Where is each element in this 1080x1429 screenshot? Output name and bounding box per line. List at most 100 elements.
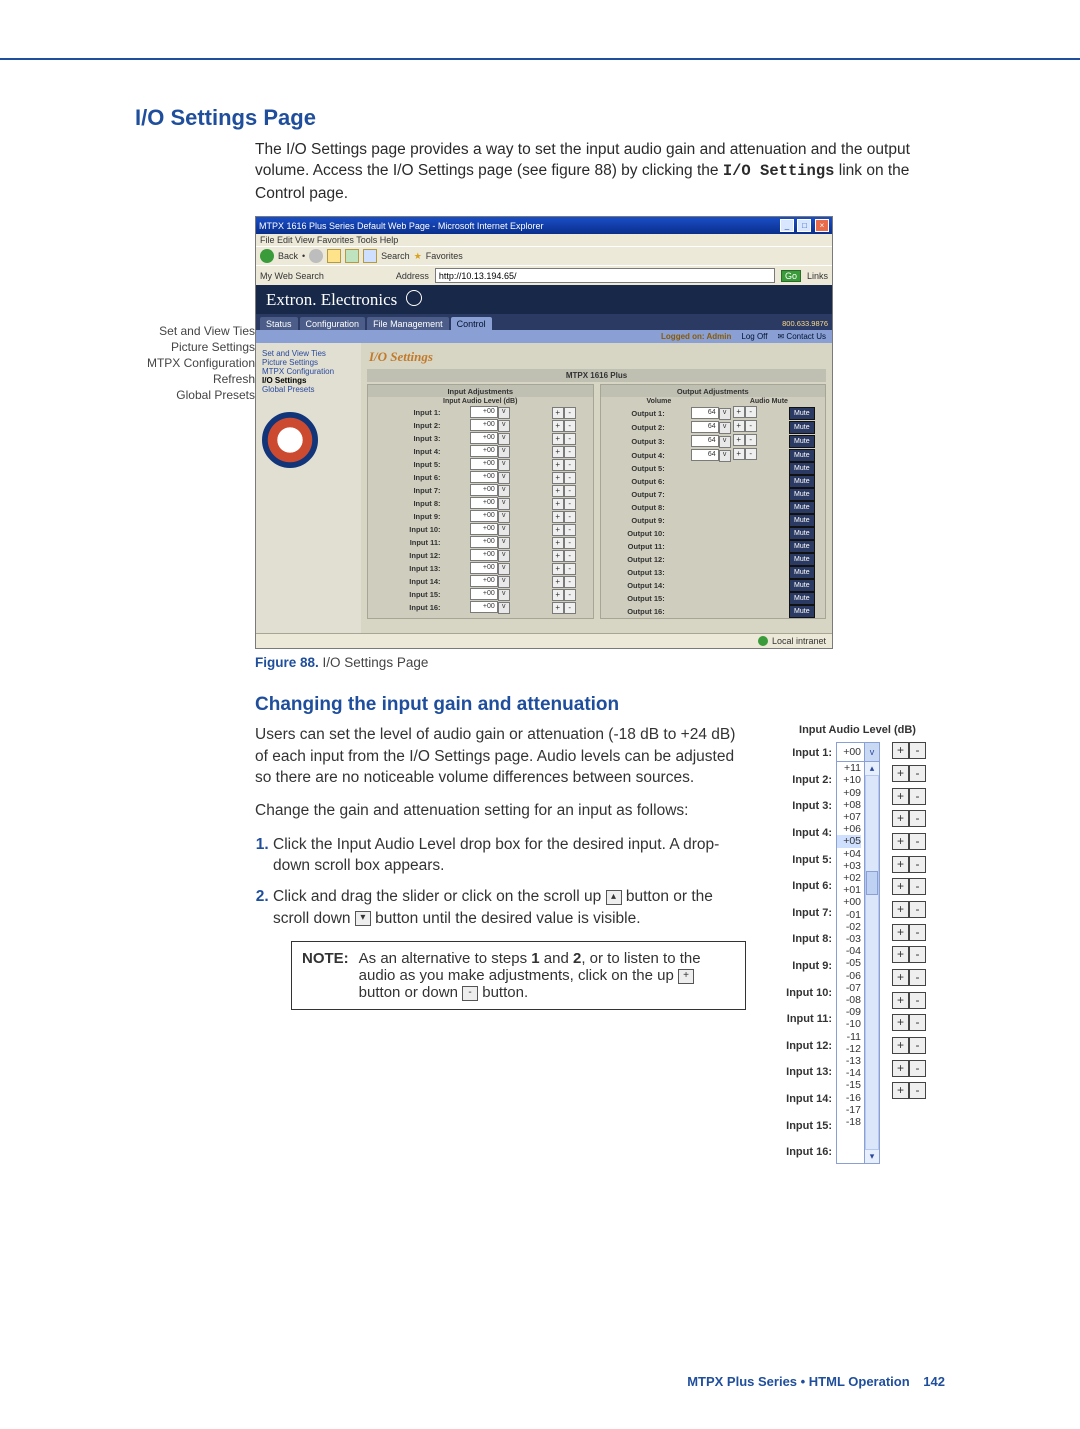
volume-plus-button[interactable]: + <box>733 434 745 446</box>
side-link-mtpx-config[interactable]: MTPX Configuration <box>262 367 357 376</box>
level-plus-button[interactable]: + <box>552 420 564 432</box>
scrollbar-thumb[interactable] <box>866 871 878 895</box>
level-minus-button[interactable]: - <box>909 833 926 850</box>
dropdown-option[interactable]: -06 <box>837 970 861 982</box>
input-level-select[interactable]: +00 <box>470 575 498 587</box>
level-plus-button[interactable]: + <box>892 765 909 782</box>
level-plus-button[interactable]: + <box>552 498 564 510</box>
chevron-down-icon[interactable]: v <box>498 511 510 523</box>
level-minus-button[interactable]: - <box>564 472 576 484</box>
chevron-down-icon[interactable]: v <box>498 498 510 510</box>
dropdown-option[interactable]: -03 <box>837 933 861 945</box>
input-level-select[interactable]: +00 <box>470 419 498 431</box>
level-plus-button[interactable]: + <box>552 511 564 523</box>
dropdown-option[interactable]: +05 <box>837 835 861 847</box>
mute-button[interactable]: Mute <box>789 566 815 579</box>
chevron-down-icon[interactable]: v <box>864 743 879 761</box>
level-plus-button[interactable]: + <box>892 1060 909 1077</box>
dropdown-option[interactable]: -08 <box>837 994 861 1006</box>
dropdown-selected-row[interactable]: +00 v <box>837 743 879 762</box>
dropdown-option[interactable]: -13 <box>837 1055 861 1067</box>
chevron-down-icon[interactable]: v <box>498 563 510 575</box>
chevron-down-icon[interactable]: v <box>498 550 510 562</box>
chevron-down-icon[interactable]: v <box>719 436 731 448</box>
level-minus-button[interactable]: - <box>909 992 926 1009</box>
dropdown-option[interactable]: -17 <box>837 1104 861 1116</box>
level-dropdown[interactable]: +00 v +11+10+09+08+07+06+05+04+03+02+01+… <box>836 742 880 1164</box>
dropdown-option[interactable]: +00 <box>837 896 861 908</box>
mute-button[interactable]: Mute <box>789 501 815 514</box>
input-level-select[interactable]: +00 <box>470 445 498 457</box>
tab-file-management[interactable]: File Management <box>367 317 449 330</box>
level-minus-button[interactable]: - <box>564 459 576 471</box>
chevron-down-icon[interactable]: v <box>498 576 510 588</box>
side-link-set-view-ties[interactable]: Set and View Ties <box>262 349 357 358</box>
mute-button[interactable]: Mute <box>789 592 815 605</box>
level-minus-button[interactable]: - <box>564 420 576 432</box>
volume-plus-button[interactable]: + <box>733 420 745 432</box>
level-minus-button[interactable]: - <box>564 498 576 510</box>
maximize-icon[interactable]: □ <box>797 219 811 232</box>
level-minus-button[interactable]: - <box>909 742 926 759</box>
dropdown-option[interactable]: +01 <box>837 884 861 896</box>
forward-icon[interactable] <box>309 249 323 263</box>
level-minus-button[interactable]: - <box>909 969 926 986</box>
output-volume-select[interactable]: 64 <box>691 421 719 433</box>
level-minus-button[interactable]: - <box>909 1060 926 1077</box>
chevron-down-icon[interactable]: v <box>498 602 510 614</box>
links-label[interactable]: Links <box>807 271 828 281</box>
input-level-select[interactable]: +00 <box>470 549 498 561</box>
chevron-down-icon[interactable]: v <box>498 537 510 549</box>
level-plus-button[interactable]: + <box>892 1082 909 1099</box>
chevron-down-icon[interactable]: v <box>498 472 510 484</box>
volume-minus-button[interactable]: - <box>745 406 757 418</box>
level-plus-button[interactable]: + <box>552 602 564 614</box>
level-plus-button[interactable]: + <box>552 563 564 575</box>
go-button[interactable]: Go <box>781 270 801 282</box>
mute-button[interactable]: Mute <box>789 605 815 618</box>
input-level-select[interactable]: +00 <box>470 432 498 444</box>
mute-button[interactable]: Mute <box>789 449 815 462</box>
tab-configuration[interactable]: Configuration <box>300 317 366 330</box>
level-plus-button[interactable]: + <box>892 788 909 805</box>
dropdown-scrollbar[interactable]: ▴ ▾ <box>864 762 879 1163</box>
level-plus-button[interactable]: + <box>892 924 909 941</box>
chevron-down-icon[interactable]: v <box>719 450 731 462</box>
input-level-select[interactable]: +00 <box>470 471 498 483</box>
input-level-select[interactable]: +00 <box>470 406 498 418</box>
level-minus-button[interactable]: - <box>564 485 576 497</box>
level-minus-button[interactable]: - <box>564 602 576 614</box>
level-plus-button[interactable]: + <box>552 472 564 484</box>
search-label[interactable]: Search <box>381 251 410 261</box>
level-plus-button[interactable]: + <box>552 459 564 471</box>
input-level-select[interactable]: +00 <box>470 562 498 574</box>
level-minus-button[interactable]: - <box>909 856 926 873</box>
scrollbar-track[interactable] <box>865 775 879 1150</box>
dropdown-option[interactable]: +08 <box>837 799 861 811</box>
dropdown-option[interactable]: +09 <box>837 787 861 799</box>
level-plus-button[interactable]: + <box>892 969 909 986</box>
level-plus-button[interactable]: + <box>892 1014 909 1031</box>
mute-button[interactable]: Mute <box>789 407 815 420</box>
level-minus-button[interactable]: - <box>564 550 576 562</box>
level-plus-button[interactable]: + <box>552 524 564 536</box>
favorites-label[interactable]: Favorites <box>426 251 463 261</box>
level-minus-button[interactable]: - <box>564 446 576 458</box>
mute-button[interactable]: Mute <box>789 514 815 527</box>
level-plus-button[interactable]: + <box>552 550 564 562</box>
output-volume-select[interactable]: 64 <box>691 407 719 419</box>
mute-button[interactable]: Mute <box>789 475 815 488</box>
level-minus-button[interactable]: - <box>909 788 926 805</box>
side-link-picture-settings[interactable]: Picture Settings <box>262 358 357 367</box>
dropdown-option[interactable]: -02 <box>837 921 861 933</box>
chevron-down-icon[interactable]: v <box>719 422 731 434</box>
volume-plus-button[interactable]: + <box>733 448 745 460</box>
level-minus-button[interactable]: - <box>909 924 926 941</box>
chevron-down-icon[interactable]: v <box>498 459 510 471</box>
level-minus-button[interactable]: - <box>909 878 926 895</box>
dropdown-option[interactable]: -12 <box>837 1043 861 1055</box>
input-level-select[interactable]: +00 <box>470 588 498 600</box>
dropdown-option[interactable]: -01 <box>837 909 861 921</box>
address-input[interactable] <box>435 268 775 283</box>
level-plus-button[interactable]: + <box>892 856 909 873</box>
